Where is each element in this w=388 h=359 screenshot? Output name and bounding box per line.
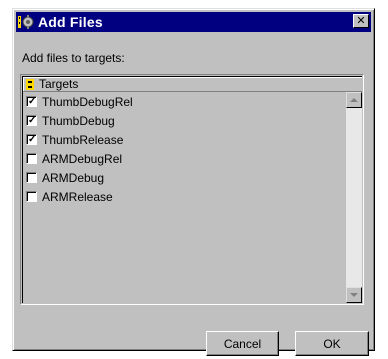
targets-listbox[interactable]: Targets ✓ ThumbDebugRel ✓ ThumbDebug ✓ T… — [20, 74, 364, 305]
checkbox[interactable]: ✓ — [26, 115, 37, 126]
targets-header-label: Targets — [39, 77, 79, 91]
check-icon: ✓ — [28, 134, 37, 145]
close-button[interactable]: ✕ — [353, 14, 369, 28]
target-label: ThumbDebug — [42, 113, 115, 128]
checkbox[interactable] — [26, 191, 37, 202]
arrow-down-icon — [350, 293, 358, 297]
list-item[interactable]: ✓ ThumbDebugRel — [23, 92, 344, 111]
target-label: ARMRelease — [42, 189, 113, 204]
list-item[interactable]: ✓ ThumbRelease — [23, 130, 344, 149]
list-item[interactable]: ARMDebugRel — [23, 149, 344, 168]
prompt-label: Add files to targets: — [22, 51, 125, 65]
checkbox[interactable]: ✓ — [26, 96, 37, 107]
list-item[interactable]: ✓ ThumbDebug — [23, 111, 344, 130]
arrow-up-icon — [350, 98, 358, 102]
target-label: ThumbRelease — [42, 132, 124, 147]
target-label: ARMDebug — [42, 170, 105, 185]
ok-button[interactable]: OK — [295, 331, 369, 356]
list-item[interactable]: ARMDebug — [23, 168, 344, 187]
target-rows: ✓ ThumbDebugRel ✓ ThumbDebug ✓ ThumbRele… — [23, 92, 344, 303]
checkbox[interactable] — [26, 153, 37, 164]
window-title: Add Files — [38, 14, 103, 30]
vertical-scrollbar[interactable] — [346, 92, 362, 303]
targets-column-header[interactable]: Targets — [23, 77, 362, 92]
target-label: ThumbDebugRel — [42, 94, 133, 109]
title-bar[interactable]: Add Files ✕ — [16, 12, 371, 32]
check-icon: ✓ — [28, 96, 37, 107]
app-icon — [18, 14, 34, 30]
checkbox[interactable]: ✓ — [26, 134, 37, 145]
target-icon — [26, 78, 34, 90]
check-icon: ✓ — [28, 115, 37, 126]
cancel-button[interactable]: Cancel — [206, 331, 279, 356]
target-label: ARMDebugRel — [42, 151, 123, 166]
list-item[interactable]: ARMRelease — [23, 187, 344, 206]
checkbox[interactable] — [26, 172, 37, 183]
scroll-up-button[interactable] — [346, 92, 362, 108]
add-files-dialog: Add Files ✕ Add files to targets: Target… — [12, 8, 375, 356]
scroll-down-button[interactable] — [346, 287, 362, 303]
